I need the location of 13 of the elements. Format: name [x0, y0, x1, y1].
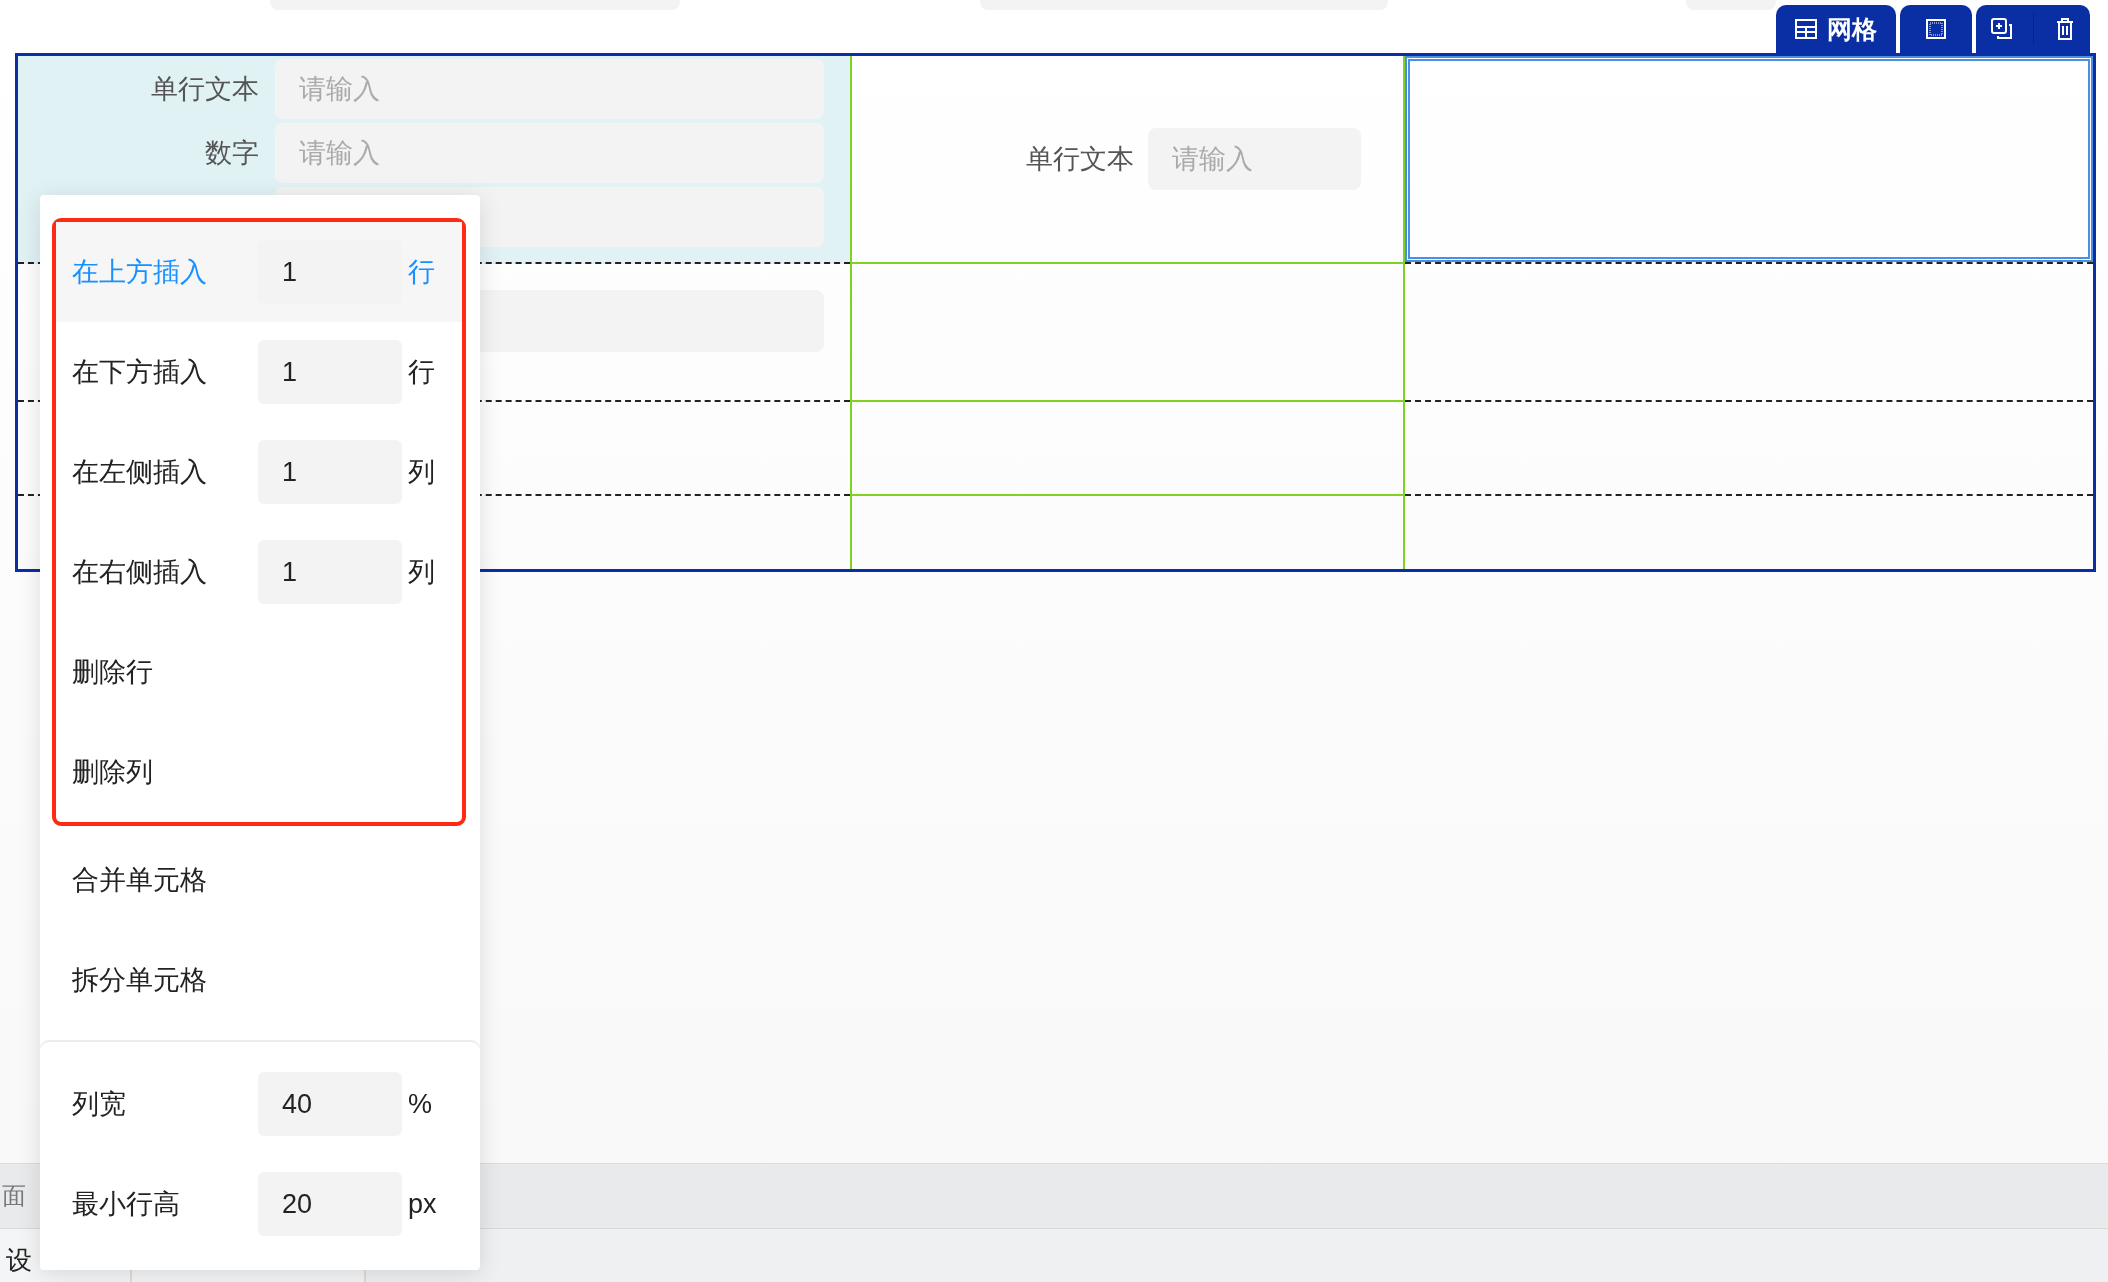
- menu-item-label: 最小行高: [72, 1188, 181, 1221]
- menu-item-label: 在右侧插入: [72, 556, 208, 589]
- menu-item-label: 列宽: [72, 1088, 127, 1121]
- unit-label: 列: [408, 456, 435, 489]
- unit-label: 行: [408, 356, 435, 389]
- unit-label: px: [408, 1188, 437, 1220]
- field-label: 数字: [204, 137, 260, 170]
- unit-label: %: [408, 1088, 432, 1120]
- menu-item-label: 在下方插入: [72, 356, 208, 389]
- field-label: 单行文本: [1026, 143, 1134, 176]
- unit-label: 列: [408, 556, 435, 589]
- field-label: 单行文本: [150, 73, 260, 106]
- menu-item-label: 在左侧插入: [72, 456, 208, 489]
